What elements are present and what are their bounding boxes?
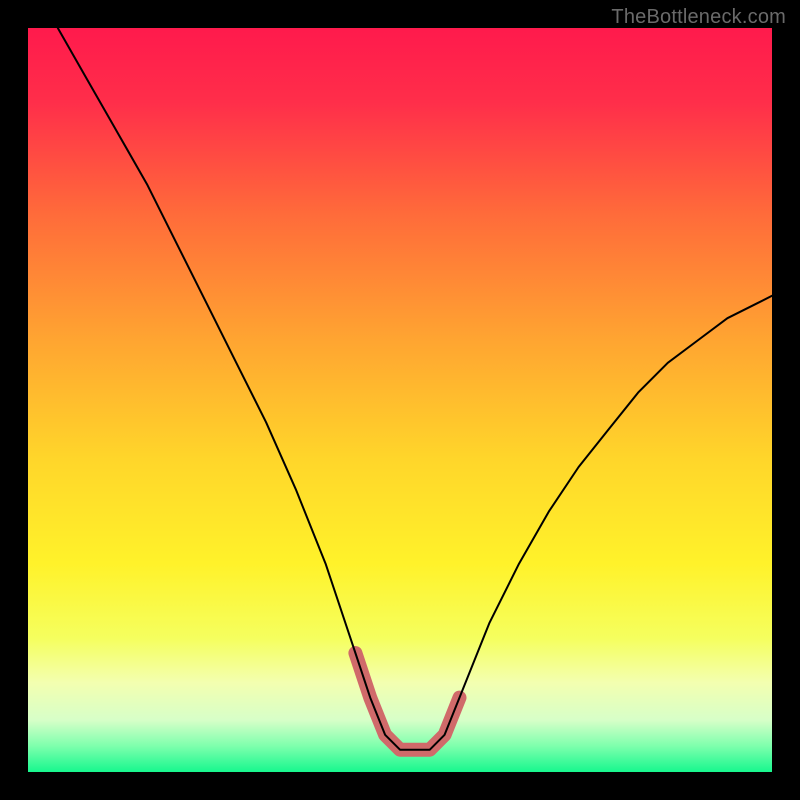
curve-layer (28, 28, 772, 772)
outer-frame: TheBottleneck.com (0, 0, 800, 800)
watermark-text: TheBottleneck.com (611, 6, 786, 29)
plot-area (28, 28, 772, 772)
bottleneck-curve (58, 28, 772, 750)
